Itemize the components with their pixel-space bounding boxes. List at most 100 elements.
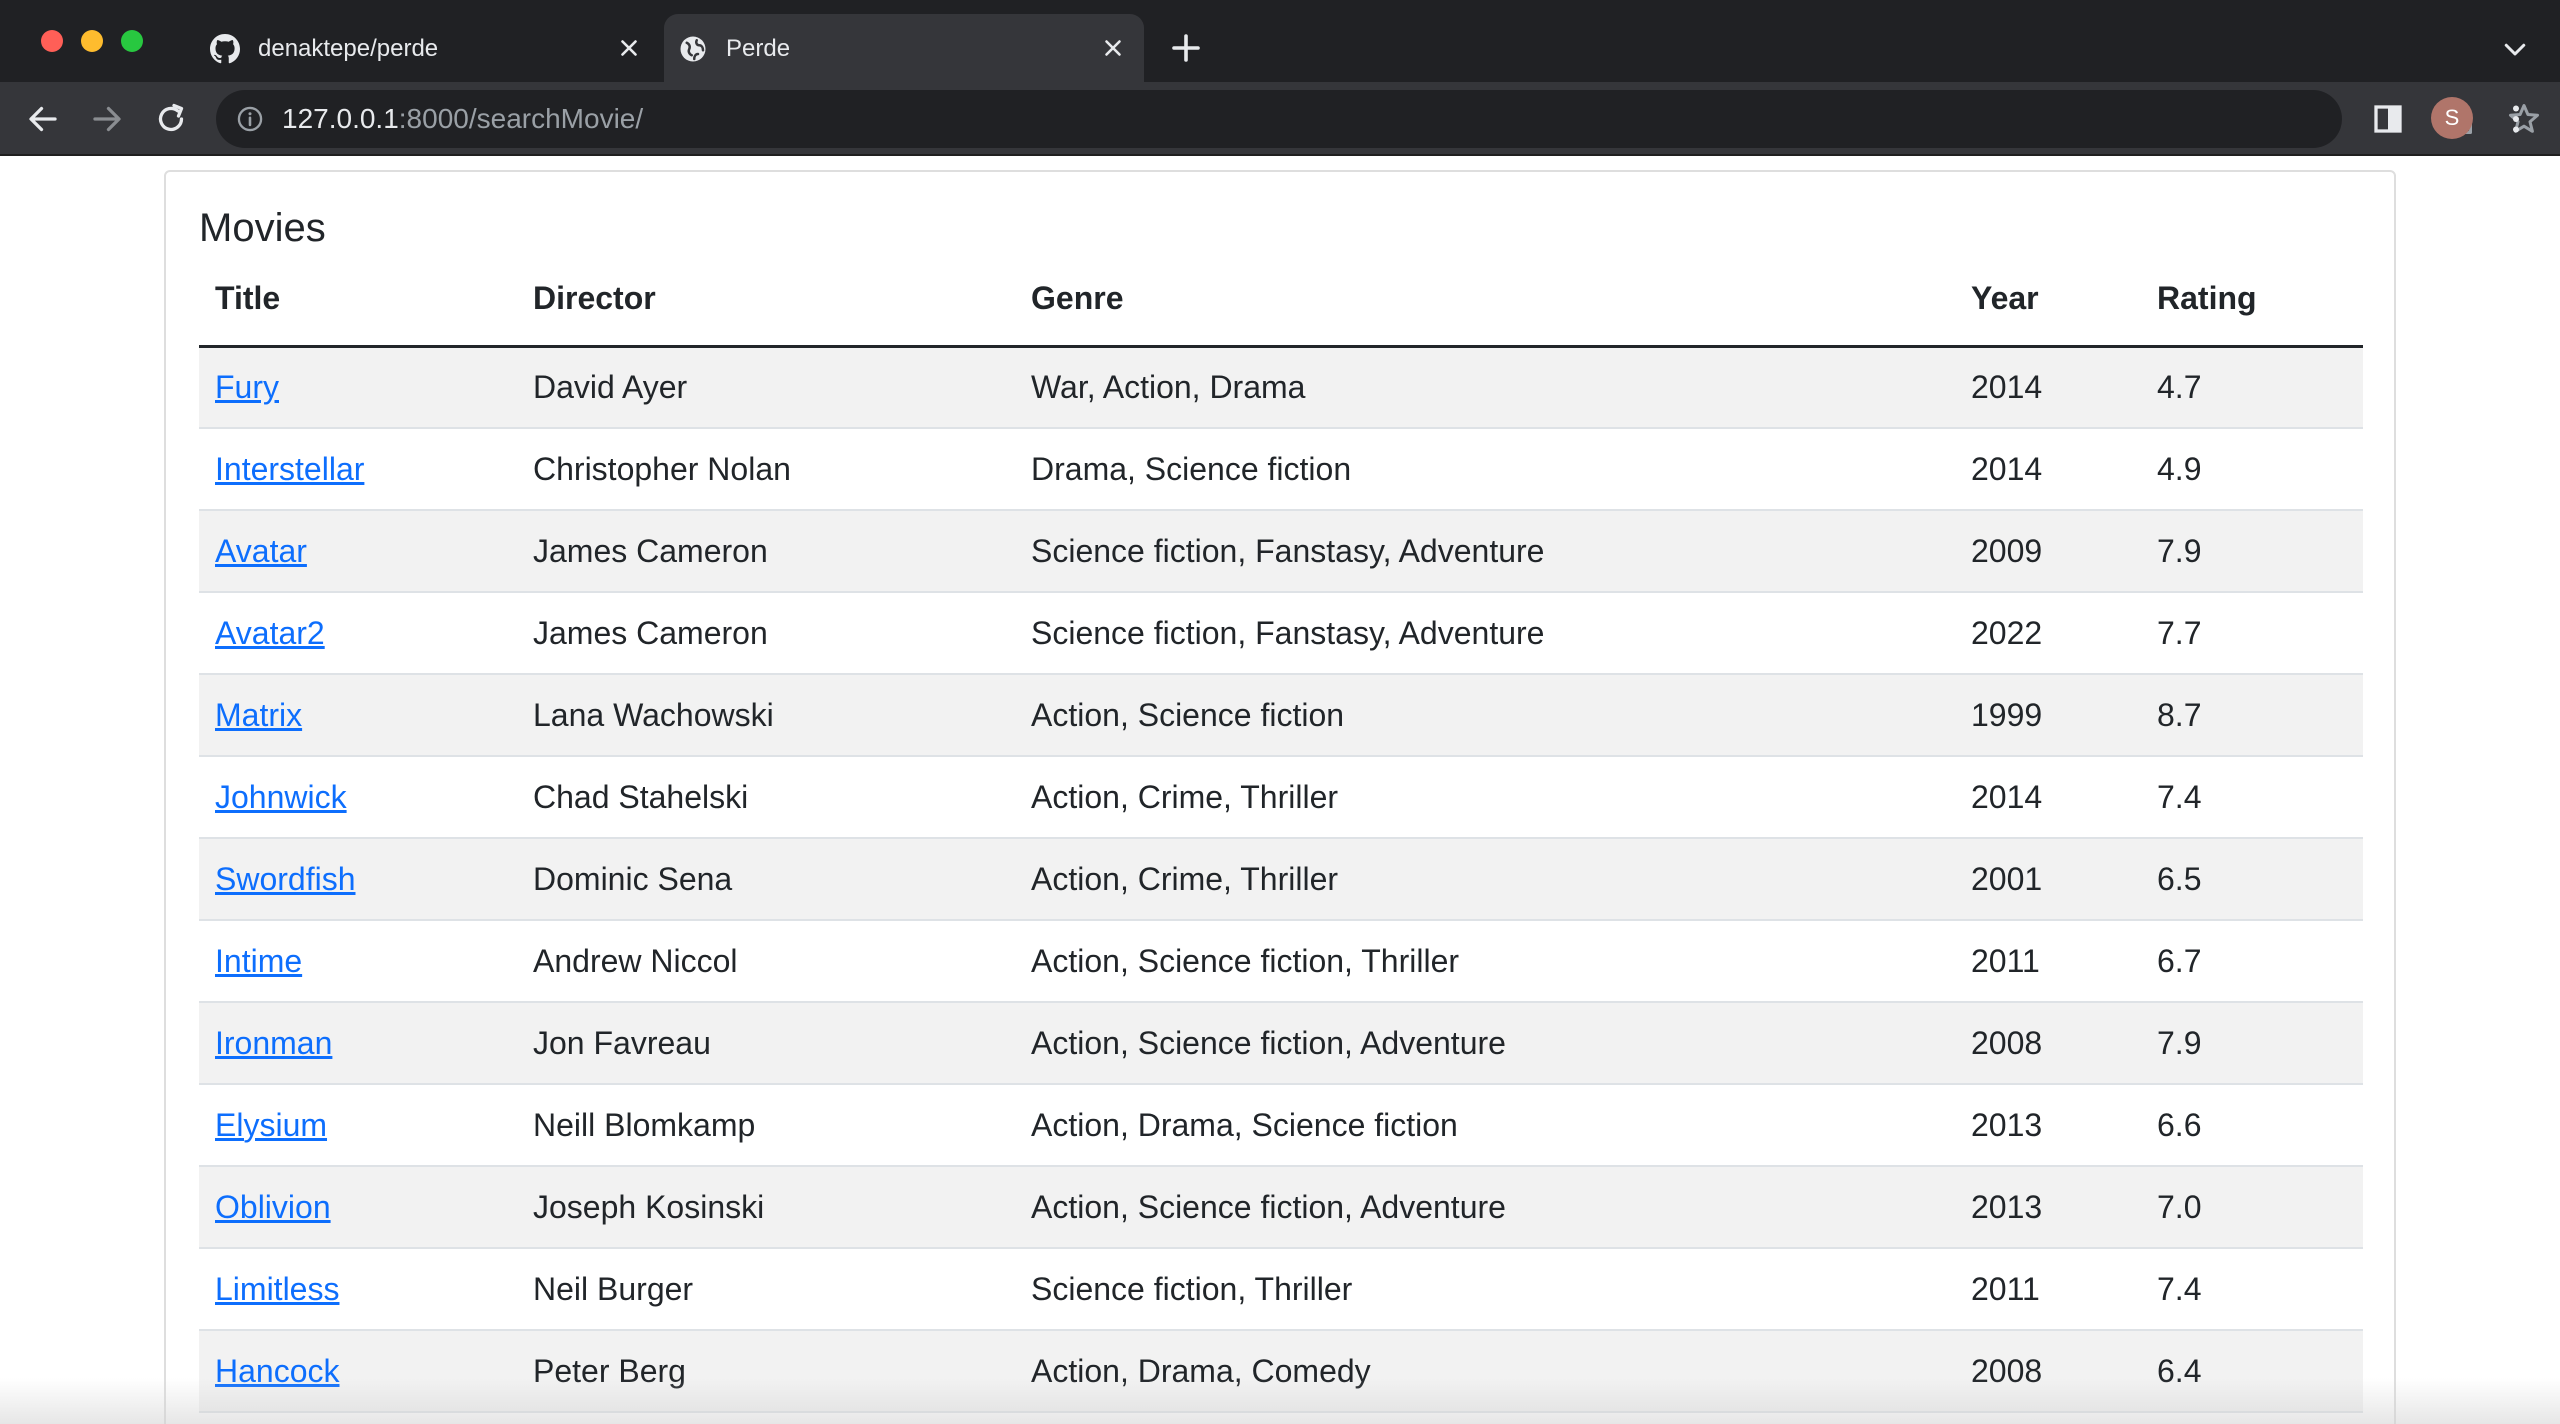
movie-director-cell: Dominic Sena	[517, 838, 1015, 921]
table-row: Johnwick Chad Stahelski Action, Crime, T…	[199, 756, 2363, 839]
table-row: Hancock Peter Berg Action, Drama, Comedy…	[199, 1330, 2363, 1413]
kebab-menu-icon[interactable]	[2498, 101, 2534, 137]
movie-year-cell: 2009	[1955, 510, 2141, 593]
column-header-genre: Genre	[1015, 252, 1955, 348]
movie-director-cell: Neill Blomkamp	[517, 1084, 1015, 1167]
movie-genre-cell: Action, Drama, Comedy	[1015, 1330, 1955, 1413]
movie-year-cell: 2008	[1955, 1002, 2141, 1085]
table-row: Swordfish Dominic Sena Action, Crime, Th…	[199, 838, 2363, 921]
movie-title-link[interactable]: Oblivion	[215, 1189, 331, 1225]
tab-perde[interactable]: Perde	[664, 14, 1144, 82]
movie-genre-cell: Science fiction, Fanstasy, Adventure	[1015, 510, 1955, 593]
side-panel-icon[interactable]	[2370, 101, 2406, 137]
info-icon[interactable]	[236, 105, 264, 133]
movie-year-cell: 2014	[1955, 346, 2141, 429]
movie-title-link[interactable]: Avatar2	[215, 615, 325, 651]
movie-title-link[interactable]: Hancock	[215, 1353, 340, 1389]
close-tab-icon[interactable]	[1100, 35, 1126, 61]
address-bar[interactable]: 127.0.0.1:8000/searchMovie/	[216, 90, 2539, 148]
movie-year-cell: 2022	[1955, 592, 2141, 675]
movie-genre-cell: War, Action, Drama	[1015, 346, 1955, 429]
movie-title-link[interactable]: Fury	[215, 369, 279, 405]
browser-toolbar: 127.0.0.1:8000/searchMovie/ S	[0, 82, 2560, 156]
movie-rating-cell: 7.7	[2141, 592, 2363, 675]
movie-year-cell: 2011	[1955, 1248, 2141, 1331]
movies-card: Movies Title Director Genre Year Rating …	[164, 170, 2396, 1424]
movie-year-cell: 2013	[1955, 1166, 2141, 1249]
tab-title: Perde	[726, 35, 791, 62]
movie-title-cell: Hancock	[199, 1330, 517, 1413]
movie-title-link[interactable]: Matrix	[215, 697, 302, 733]
close-window-button[interactable]	[41, 30, 63, 52]
movies-table: Title Director Genre Year Rating Fury Da…	[199, 252, 2363, 1413]
movie-year-cell: 2014	[1955, 428, 2141, 511]
movie-year-cell: 1999	[1955, 674, 2141, 757]
movie-genre-cell: Action, Crime, Thriller	[1015, 756, 1955, 839]
movie-title-link[interactable]: Elysium	[215, 1107, 327, 1143]
page-title: Movies	[199, 206, 326, 250]
table-row: Interstellar Christopher Nolan Drama, Sc…	[199, 428, 2363, 511]
movie-year-cell: 2013	[1955, 1084, 2141, 1167]
url-text[interactable]: 127.0.0.1:8000/searchMovie/	[282, 103, 643, 135]
tab-strip: denaktepe/perde Perde	[0, 0, 2560, 82]
chevron-down-icon[interactable]	[2500, 34, 2530, 64]
movie-title-cell: Limitless	[199, 1248, 517, 1331]
movie-title-cell: Interstellar	[199, 428, 517, 511]
movie-title-cell: Avatar	[199, 510, 517, 593]
table-row: Ironman Jon Favreau Action, Science fict…	[199, 1002, 2363, 1085]
movie-rating-cell: 6.6	[2141, 1084, 2363, 1167]
back-icon[interactable]	[25, 101, 61, 137]
table-row: Limitless Neil Burger Science fiction, T…	[199, 1248, 2363, 1331]
tab-github[interactable]: denaktepe/perde	[196, 14, 660, 82]
movie-rating-cell: 6.7	[2141, 920, 2363, 1003]
movie-title-link[interactable]: Avatar	[215, 533, 307, 569]
movie-director-cell: Jon Favreau	[517, 1002, 1015, 1085]
movie-year-cell: 2001	[1955, 838, 2141, 921]
profile-avatar[interactable]: S	[2431, 97, 2473, 139]
table-row: Matrix Lana Wachowski Action, Science fi…	[199, 674, 2363, 757]
movie-genre-cell: Action, Crime, Thriller	[1015, 838, 1955, 921]
movie-title-cell: Intime	[199, 920, 517, 1003]
maximize-window-button[interactable]	[121, 30, 143, 52]
minimize-window-button[interactable]	[81, 30, 103, 52]
column-header-title: Title	[199, 252, 517, 348]
url-host: 127.0.0.1	[282, 103, 399, 134]
forward-icon[interactable]	[89, 101, 125, 137]
movie-rating-cell: 4.7	[2141, 346, 2363, 429]
movie-rating-cell: 7.9	[2141, 510, 2363, 593]
movie-genre-cell: Action, Science fiction	[1015, 674, 1955, 757]
movie-genre-cell: Action, Science fiction, Adventure	[1015, 1002, 1955, 1085]
column-header-director: Director	[517, 252, 1015, 348]
movie-director-cell: Christopher Nolan	[517, 428, 1015, 511]
movie-title-link[interactable]: Intime	[215, 943, 302, 979]
column-header-rating: Rating	[2141, 252, 2363, 348]
table-row: Intime Andrew Niccol Action, Science fic…	[199, 920, 2363, 1003]
movie-title-link[interactable]: Ironman	[215, 1025, 332, 1061]
movie-director-cell: David Ayer	[517, 346, 1015, 429]
movie-director-cell: Neil Burger	[517, 1248, 1015, 1331]
new-tab-icon[interactable]	[1168, 30, 1204, 66]
movie-title-link[interactable]: Swordfish	[215, 861, 356, 897]
movie-director-cell: Peter Berg	[517, 1330, 1015, 1413]
movie-title-link[interactable]: Johnwick	[215, 779, 347, 815]
movie-rating-cell: 7.0	[2141, 1166, 2363, 1249]
movie-title-link[interactable]: Limitless	[215, 1271, 339, 1307]
movie-rating-cell: 4.9	[2141, 428, 2363, 511]
movie-title-cell: Elysium	[199, 1084, 517, 1167]
movie-title-link[interactable]: Interstellar	[215, 451, 364, 487]
movie-year-cell: 2008	[1955, 1330, 2141, 1413]
movie-title-cell: Fury	[199, 346, 517, 429]
movie-rating-cell: 7.4	[2141, 1248, 2363, 1331]
table-row: Avatar James Cameron Science fiction, Fa…	[199, 510, 2363, 593]
movie-title-cell: Johnwick	[199, 756, 517, 839]
movie-rating-cell: 7.4	[2141, 756, 2363, 839]
movie-genre-cell: Drama, Science fiction	[1015, 428, 1955, 511]
reload-icon[interactable]	[153, 101, 189, 137]
movie-director-cell: Andrew Niccol	[517, 920, 1015, 1003]
movie-director-cell: Lana Wachowski	[517, 674, 1015, 757]
movie-rating-cell: 6.5	[2141, 838, 2363, 921]
tab-title: denaktepe/perde	[258, 35, 439, 62]
table-row: Fury David Ayer War, Action, Drama 2014 …	[199, 346, 2363, 429]
close-tab-icon[interactable]	[616, 35, 642, 61]
movie-title-cell: Oblivion	[199, 1166, 517, 1249]
